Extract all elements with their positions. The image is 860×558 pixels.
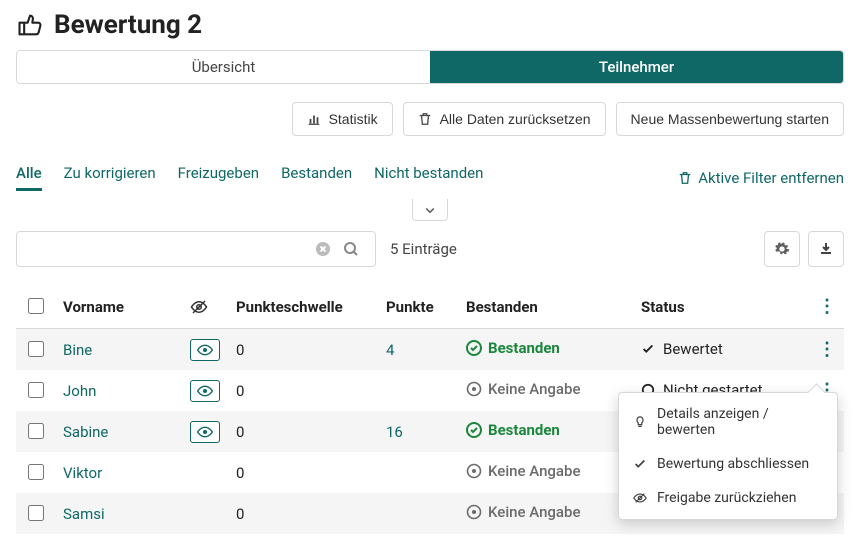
menu-details[interactable]: Details anzeigen / bewerten [619, 397, 837, 447]
filter-passed[interactable]: Bestanden [281, 164, 352, 191]
search-box [16, 231, 376, 267]
col-status[interactable]: Status [633, 285, 808, 329]
thumbs-up-icon [16, 11, 44, 39]
clear-icon[interactable] [309, 241, 337, 257]
cell-punkte[interactable] [378, 452, 458, 493]
eye-icon [197, 344, 213, 356]
check-circle-icon [466, 422, 482, 438]
cell-bestanden: Keine Angabe [458, 452, 633, 493]
remove-filters-label: Aktive Filter entfernen [698, 169, 844, 187]
remove-filters-button[interactable]: Aktive Filter entfernen [678, 169, 844, 187]
menu-withdraw-label: Freigabe zurückziehen [657, 490, 796, 506]
cell-bestanden: Bestanden [458, 329, 633, 371]
search-icon[interactable] [337, 241, 365, 257]
row-checkbox[interactable] [28, 382, 44, 398]
nav-tabs: Übersicht Teilnehmer [16, 50, 844, 84]
eye-icon [197, 385, 213, 397]
reset-label: Alle Daten zurücksetzen [440, 111, 591, 127]
cell-punkte[interactable]: 4 [378, 329, 458, 371]
entry-count: 5 Einträge [390, 240, 457, 258]
table-row: Bine 04BestandenBewertet ⋮ [16, 329, 844, 371]
download-icon [818, 241, 834, 257]
dot-circle-icon [466, 463, 482, 479]
participant-link[interactable]: Viktor [63, 464, 102, 482]
filters-row: Alle Zu korrigieren Freizugeben Bestande… [16, 164, 844, 191]
row-checkbox[interactable] [28, 423, 44, 439]
eye-off-icon [633, 491, 647, 505]
check-circle-icon [466, 340, 482, 356]
cell-schwelle: 0 [228, 493, 378, 534]
preview-button[interactable] [190, 421, 220, 443]
participant-link[interactable]: Bine [63, 341, 92, 359]
col-punkte[interactable]: Punkte [378, 285, 458, 329]
dot-circle-icon [466, 504, 482, 520]
eye-icon [197, 426, 213, 438]
cell-schwelle: 0 [228, 411, 378, 452]
reset-button[interactable]: Alle Daten zurücksetzen [403, 102, 606, 136]
menu-close[interactable]: Bewertung abschliessen [619, 447, 837, 481]
filter-all[interactable]: Alle [16, 164, 42, 191]
col-vorname[interactable]: Vorname [55, 285, 182, 329]
collapse-row [16, 199, 844, 221]
participant-link[interactable]: John [63, 382, 96, 400]
chevron-down-icon [424, 204, 436, 216]
settings-button[interactable] [764, 231, 800, 267]
search-row: 5 Einträge [16, 231, 844, 267]
check-icon [641, 342, 655, 356]
page-title: Bewertung 2 [54, 10, 202, 40]
participant-link[interactable]: Sabine [63, 423, 108, 441]
filter-to-correct[interactable]: Zu korrigieren [64, 164, 156, 191]
tab-overview[interactable]: Übersicht [17, 51, 430, 83]
select-all-checkbox[interactable] [28, 298, 44, 314]
dot-circle-icon [466, 381, 482, 397]
lightbulb-icon [633, 415, 647, 429]
cell-punkte[interactable] [378, 493, 458, 534]
check-icon [633, 457, 647, 471]
participant-link[interactable]: Samsi [63, 505, 105, 523]
preview-button[interactable] [190, 380, 220, 402]
cell-punkte[interactable]: 16 [378, 411, 458, 452]
menu-close-label: Bewertung abschliessen [657, 456, 809, 472]
new-bulk-button[interactable]: Neue Massenbewertung starten [616, 102, 844, 136]
preview-button[interactable] [190, 339, 220, 361]
stats-button[interactable]: Statistik [292, 102, 393, 136]
header-actions-menu[interactable]: ⋮ [818, 296, 836, 317]
cell-schwelle: 0 [228, 452, 378, 493]
visibility-icon[interactable] [190, 298, 220, 316]
download-button[interactable] [808, 231, 844, 267]
trash-icon [678, 171, 692, 185]
toolbar: Statistik Alle Daten zurücksetzen Neue M… [16, 102, 844, 136]
new-bulk-label: Neue Massenbewertung starten [631, 111, 829, 127]
filters: Alle Zu korrigieren Freizugeben Bestande… [16, 164, 483, 191]
row-checkbox[interactable] [28, 464, 44, 480]
cell-bestanden: Keine Angabe [458, 493, 633, 534]
row-checkbox[interactable] [28, 341, 44, 357]
tab-participants[interactable]: Teilnehmer [430, 51, 843, 83]
col-bestanden[interactable]: Bestanden [458, 285, 633, 329]
bar-chart-icon [307, 112, 321, 126]
stats-label: Statistik [329, 111, 378, 127]
filter-to-release[interactable]: Freizugeben [178, 164, 259, 191]
cell-bestanden: Bestanden [458, 411, 633, 452]
row-actions-button[interactable]: ⋮ [818, 339, 836, 360]
cell-punkte[interactable] [378, 370, 458, 411]
gear-icon [774, 241, 790, 257]
menu-withdraw[interactable]: Freigabe zurückziehen [619, 481, 837, 515]
row-actions-menu: Details anzeigen / bewerten Bewertung ab… [618, 392, 838, 520]
filter-failed[interactable]: Nicht bestanden [374, 164, 483, 191]
col-schwelle[interactable]: Punkteschwelle [228, 285, 378, 329]
trash-icon [418, 112, 432, 126]
cell-schwelle: 0 [228, 329, 378, 371]
cell-bestanden: Keine Angabe [458, 370, 633, 411]
row-checkbox[interactable] [28, 505, 44, 521]
search-input[interactable] [27, 232, 309, 266]
page-header: Bewertung 2 [16, 10, 844, 40]
right-cluster [764, 231, 844, 267]
menu-details-label: Details anzeigen / bewerten [657, 406, 823, 438]
cell-status: Bewertet [633, 329, 808, 371]
cell-schwelle: 0 [228, 370, 378, 411]
collapse-toggle[interactable] [412, 199, 448, 221]
